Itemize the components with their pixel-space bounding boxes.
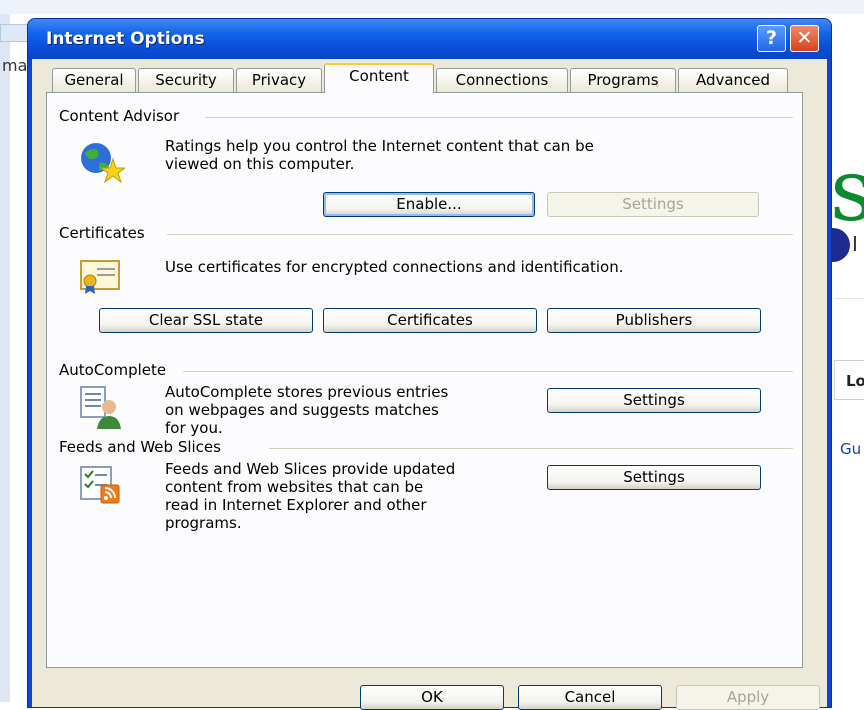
- certificates-heading: Certificates: [59, 224, 151, 242]
- globe-star-icon: [81, 143, 125, 183]
- certificates-button[interactable]: Certificates: [323, 308, 537, 333]
- content-advisor-heading: Content Advisor: [59, 107, 186, 125]
- feeds-description-line2: content from websites that can be: [165, 478, 424, 496]
- autocomplete-divider: [183, 371, 793, 372]
- certificates-description: Use certificates for encrypted connectio…: [165, 258, 624, 276]
- browser-divider: [834, 298, 864, 299]
- autocomplete-settings-button[interactable]: Settings: [547, 388, 761, 413]
- autocomplete-description-line2: on webpages and suggests matches: [165, 401, 439, 419]
- feeds-divider: [269, 448, 793, 449]
- close-button[interactable]: ✕: [790, 25, 819, 52]
- content-tab-panel: Content Advisor Ratings help you control…: [46, 92, 803, 668]
- apply-button[interactable]: Apply: [676, 685, 820, 710]
- browser-text-i: I: [852, 232, 858, 256]
- browser-link-gu[interactable]: Gu: [840, 440, 861, 458]
- tab-general[interactable]: General: [52, 68, 136, 92]
- browser-left-edge: [0, 14, 10, 702]
- feed-icon: [80, 466, 120, 504]
- feeds-description-line1: Feeds and Web Slices provide updated: [165, 460, 456, 478]
- publishers-button[interactable]: Publishers: [547, 308, 761, 333]
- window-title: Internet Options: [46, 29, 205, 49]
- certificate-icon: [80, 260, 120, 294]
- ok-button[interactable]: OK: [360, 685, 504, 710]
- browser-toolbar-strip: [0, 0, 864, 14]
- tab-security[interactable]: Security: [138, 68, 234, 92]
- browser-text-snippet: ma: [2, 56, 28, 75]
- tab-privacy[interactable]: Privacy: [236, 68, 322, 92]
- browser-logo-letter: s: [830, 141, 864, 241]
- dialog-client-area: General Security Privacy Content Connect…: [32, 59, 827, 710]
- feeds-heading: Feeds and Web Slices: [59, 438, 227, 456]
- content-advisor-settings-button[interactable]: Settings: [547, 192, 759, 217]
- tab-connections[interactable]: Connections: [436, 68, 568, 92]
- autocomplete-user-icon: [80, 386, 121, 429]
- autocomplete-description-line1: AutoComplete stores previous entries: [165, 383, 449, 401]
- feeds-settings-button[interactable]: Settings: [547, 465, 761, 490]
- browser-text-lo: Lo: [846, 372, 864, 390]
- internet-options-dialog: Internet Options ? ✕ General Security Pr…: [27, 18, 832, 710]
- content-advisor-divider: [205, 117, 793, 118]
- content-advisor-description-line1: Ratings help you control the Internet co…: [165, 137, 594, 155]
- feeds-description-line4: programs.: [165, 514, 242, 532]
- help-button[interactable]: ?: [757, 25, 786, 52]
- feeds-description-line3: read in Internet Explorer and other: [165, 496, 427, 514]
- autocomplete-description-line3: for you.: [165, 419, 223, 437]
- enable-button[interactable]: Enable...: [323, 192, 535, 217]
- title-bar[interactable]: Internet Options ? ✕: [28, 19, 831, 59]
- tab-programs[interactable]: Programs: [570, 68, 676, 92]
- autocomplete-heading: AutoComplete: [59, 361, 173, 379]
- cancel-button[interactable]: Cancel: [518, 685, 662, 710]
- certificates-divider: [167, 234, 793, 235]
- tab-content[interactable]: Content: [324, 63, 434, 93]
- tab-advanced[interactable]: Advanced: [678, 68, 788, 92]
- clear-ssl-state-button[interactable]: Clear SSL state: [99, 308, 313, 333]
- content-advisor-description-line2: viewed on this computer.: [165, 155, 355, 173]
